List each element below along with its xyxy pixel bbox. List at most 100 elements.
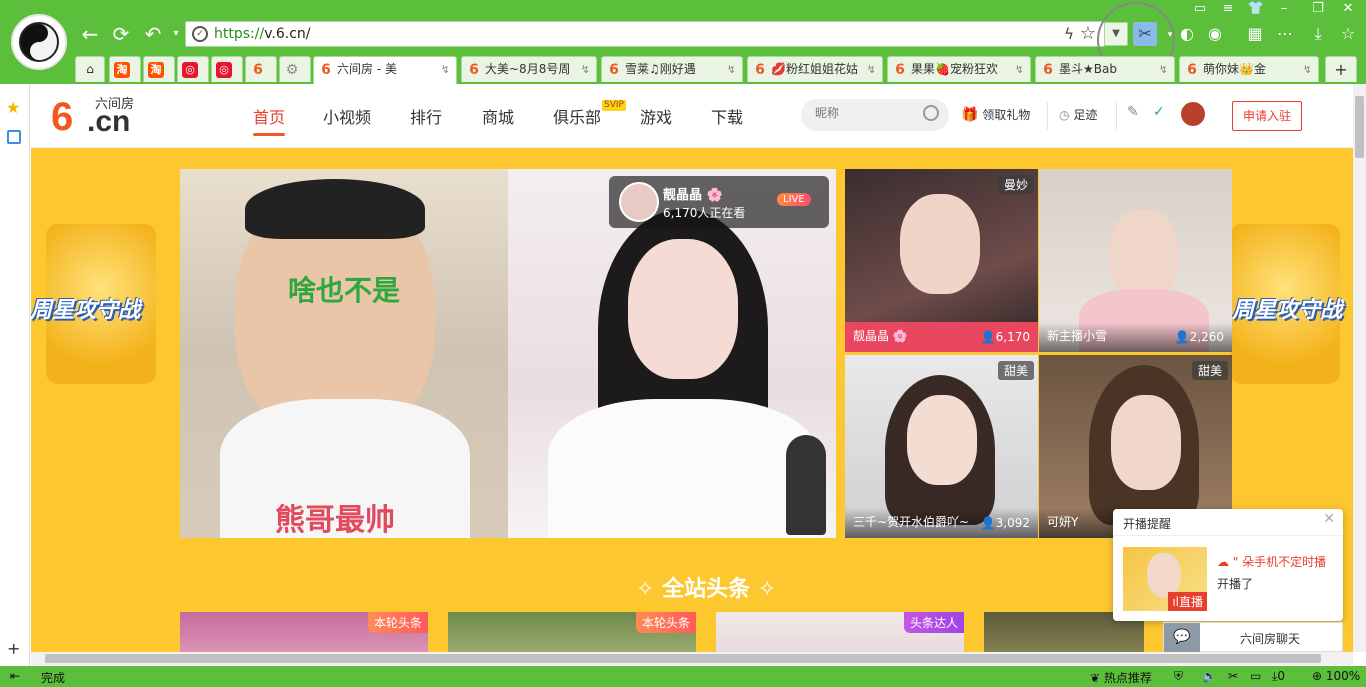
headline-card[interactable]: 头条达人	[716, 612, 964, 652]
live-badge: LIVE	[777, 193, 811, 206]
headline-card[interactable]: 本轮头条	[448, 612, 696, 652]
bookmark-star-icon[interactable]: ☆	[1080, 23, 1096, 44]
weibo-icon: ◎	[182, 61, 198, 78]
tab-active[interactable]: 6 六间房 - 美 ↯	[313, 56, 457, 84]
undo-icon[interactable]: ↶	[141, 22, 165, 46]
lightning-icon[interactable]: ϟ	[1064, 25, 1074, 43]
pin-icon[interactable]: ↯	[1303, 57, 1312, 82]
pin-icon[interactable]: ↯	[727, 57, 736, 82]
tab-taobao[interactable]: 淘	[143, 56, 175, 82]
window-status-icon[interactable]: ▭	[1250, 669, 1261, 683]
download-icon[interactable]: ⤓	[1308, 24, 1328, 44]
anchor-photo[interactable]: ıl直播	[1123, 547, 1207, 611]
tab-item[interactable]: 6 墨斗★Bab ↯	[1035, 56, 1175, 82]
room-thumb[interactable]: 曼妙 靓晶晶 🌸 👤6,170	[845, 169, 1038, 352]
download-status[interactable]: ⤓0	[1272, 669, 1285, 684]
room-tag: 曼妙	[997, 175, 1034, 194]
live-anchor-card[interactable]: 靓晶晶 🌸 6,170人正在看 LIVE	[609, 176, 829, 228]
avatar[interactable]	[1181, 102, 1205, 126]
cut-status-icon[interactable]: ✂	[1228, 669, 1238, 683]
edit-icon[interactable]: ✎	[1127, 104, 1139, 120]
nav-game[interactable]: 游戏	[640, 104, 672, 128]
search-icon[interactable]	[923, 105, 939, 121]
anchor-name[interactable]: ☁ " 朵手机不定时播	[1217, 553, 1326, 570]
tab-taobao[interactable]: 淘	[109, 56, 141, 82]
pin-icon[interactable]: ↯	[1159, 57, 1168, 82]
calculator-icon[interactable]: ▦	[1245, 24, 1265, 44]
room-count: 👤2,260	[1174, 330, 1224, 344]
pin-icon[interactable]: ↯	[867, 57, 876, 82]
tab-weibo[interactable]: ◎	[211, 56, 243, 82]
gift-icon: 🎁	[961, 107, 979, 123]
gift-link[interactable]: 🎁 领取礼物	[961, 106, 1030, 123]
pin-icon[interactable]: ↯	[1015, 57, 1024, 82]
hot-news-link[interactable]: ❦ 热点推荐	[1090, 669, 1152, 686]
favorites-star-icon[interactable]: ★	[6, 98, 20, 117]
headline-card[interactable]: 本轮头条	[180, 612, 428, 652]
zoom-level[interactable]: ⊕ 100%	[1312, 669, 1360, 683]
nav-mall[interactable]: 商城	[482, 104, 514, 128]
clock-icon: ◷	[1059, 108, 1070, 122]
close-icon[interactable]: ✕	[1323, 511, 1335, 527]
restore-icon[interactable]: ❐	[1306, 0, 1330, 18]
nav-home[interactable]: 首页	[253, 104, 286, 136]
menu-star-icon[interactable]: ☆	[1338, 24, 1358, 44]
tab-item[interactable]: 6 💋粉红姐姐花姑 ↯	[747, 56, 883, 82]
right-banner[interactable]: 周星攻守战	[1230, 184, 1353, 444]
room-thumb[interactable]: 甜美 三千~贺开水伯爵吖~ 👤3,092	[845, 355, 1038, 538]
shield-status-icon[interactable]: ⛨	[1174, 669, 1183, 684]
zoom-icon: ⊕	[1312, 669, 1323, 683]
window-menu-icon[interactable]: ≡	[1216, 0, 1240, 18]
tab-item[interactable]: 6 雪莱♫刚好遇 ↯	[601, 56, 743, 82]
address-bar[interactable]: ✓ https://v.6.cn/ ϟ ☆	[185, 21, 1105, 47]
six-cn-icon: 6	[321, 61, 331, 78]
tab-settings[interactable]: ⚙	[279, 56, 311, 82]
home-icon[interactable]: ⌂	[75, 56, 105, 82]
room-name: 靓晶晶 🌸	[853, 329, 908, 343]
refresh-icon[interactable]: ⟳	[109, 22, 133, 46]
translate-icon[interactable]: ◐	[1177, 24, 1197, 44]
nav-short-video[interactable]: 小视频	[323, 104, 371, 128]
nav-ranking[interactable]: 排行	[410, 104, 442, 128]
horizontal-scrollbar[interactable]	[31, 652, 1353, 665]
tab-item[interactable]: 6 果果🍓宠粉狂欢 ↯	[887, 56, 1031, 82]
new-tab-button[interactable]: +	[1325, 56, 1357, 82]
chat-bar[interactable]: 💬 六间房聊天	[1163, 622, 1343, 652]
close-icon[interactable]: ✕	[1336, 0, 1360, 18]
nav-club[interactable]: 俱乐部	[553, 104, 601, 128]
add-panel-icon[interactable]: +	[7, 639, 20, 658]
window-compact-icon[interactable]: ▭	[1188, 0, 1212, 18]
site-header: 6 .cn 六间房 首页 小视频 排行 商城 俱乐部 SVIP 游戏 下载 🎁 …	[31, 84, 1353, 148]
skin-icon[interactable]: 👕	[1244, 0, 1268, 18]
viewer-count: 6,170人正在看	[663, 206, 746, 220]
panel-toggle-icon[interactable]: ⇤	[10, 669, 20, 683]
scroll-thumb[interactable]	[45, 654, 1321, 663]
tab-six[interactable]: 6	[245, 56, 277, 82]
more-icon[interactable]: ⋯	[1275, 24, 1295, 44]
room-thumb[interactable]: 新主播小雪 👤2,260	[1039, 169, 1232, 352]
tab-item[interactable]: 6 萌你妹👑金 ↯	[1179, 56, 1319, 82]
sync-icon[interactable]: ◉	[1205, 24, 1225, 44]
minimize-icon[interactable]: –	[1272, 0, 1296, 18]
left-banner[interactable]: 周星攻守战	[31, 184, 156, 444]
pin-icon[interactable]: ↯	[581, 57, 590, 82]
tab-item[interactable]: 6 大美~8月8号周 ↯	[461, 56, 597, 82]
pin-icon[interactable]: ↯	[441, 57, 450, 82]
vertical-scrollbar[interactable]	[1353, 84, 1366, 652]
back-arrow-icon[interactable]: ←	[78, 22, 102, 46]
check-icon[interactable]: ✓	[1153, 104, 1165, 120]
tab-weibo[interactable]: ◎	[177, 56, 209, 82]
search-input[interactable]	[815, 106, 915, 120]
panel-icon[interactable]	[7, 130, 21, 144]
volume-icon[interactable]: 🔈	[1202, 669, 1217, 683]
apply-button[interactable]: 申请入驻	[1232, 101, 1302, 131]
scroll-thumb[interactable]	[1355, 96, 1364, 158]
browser-logo-icon[interactable]	[11, 14, 67, 70]
room-count: 👤6,170	[980, 330, 1030, 344]
address-url[interactable]: https://v.6.cn/	[214, 26, 310, 42]
footprint-link[interactable]: ◷ 足迹	[1059, 106, 1097, 123]
nav-download[interactable]: 下载	[711, 104, 743, 128]
bar-chart-icon: ıl	[1172, 595, 1179, 609]
divider	[1116, 102, 1117, 130]
site-logo[interactable]: 6 .cn 六间房	[51, 96, 151, 138]
